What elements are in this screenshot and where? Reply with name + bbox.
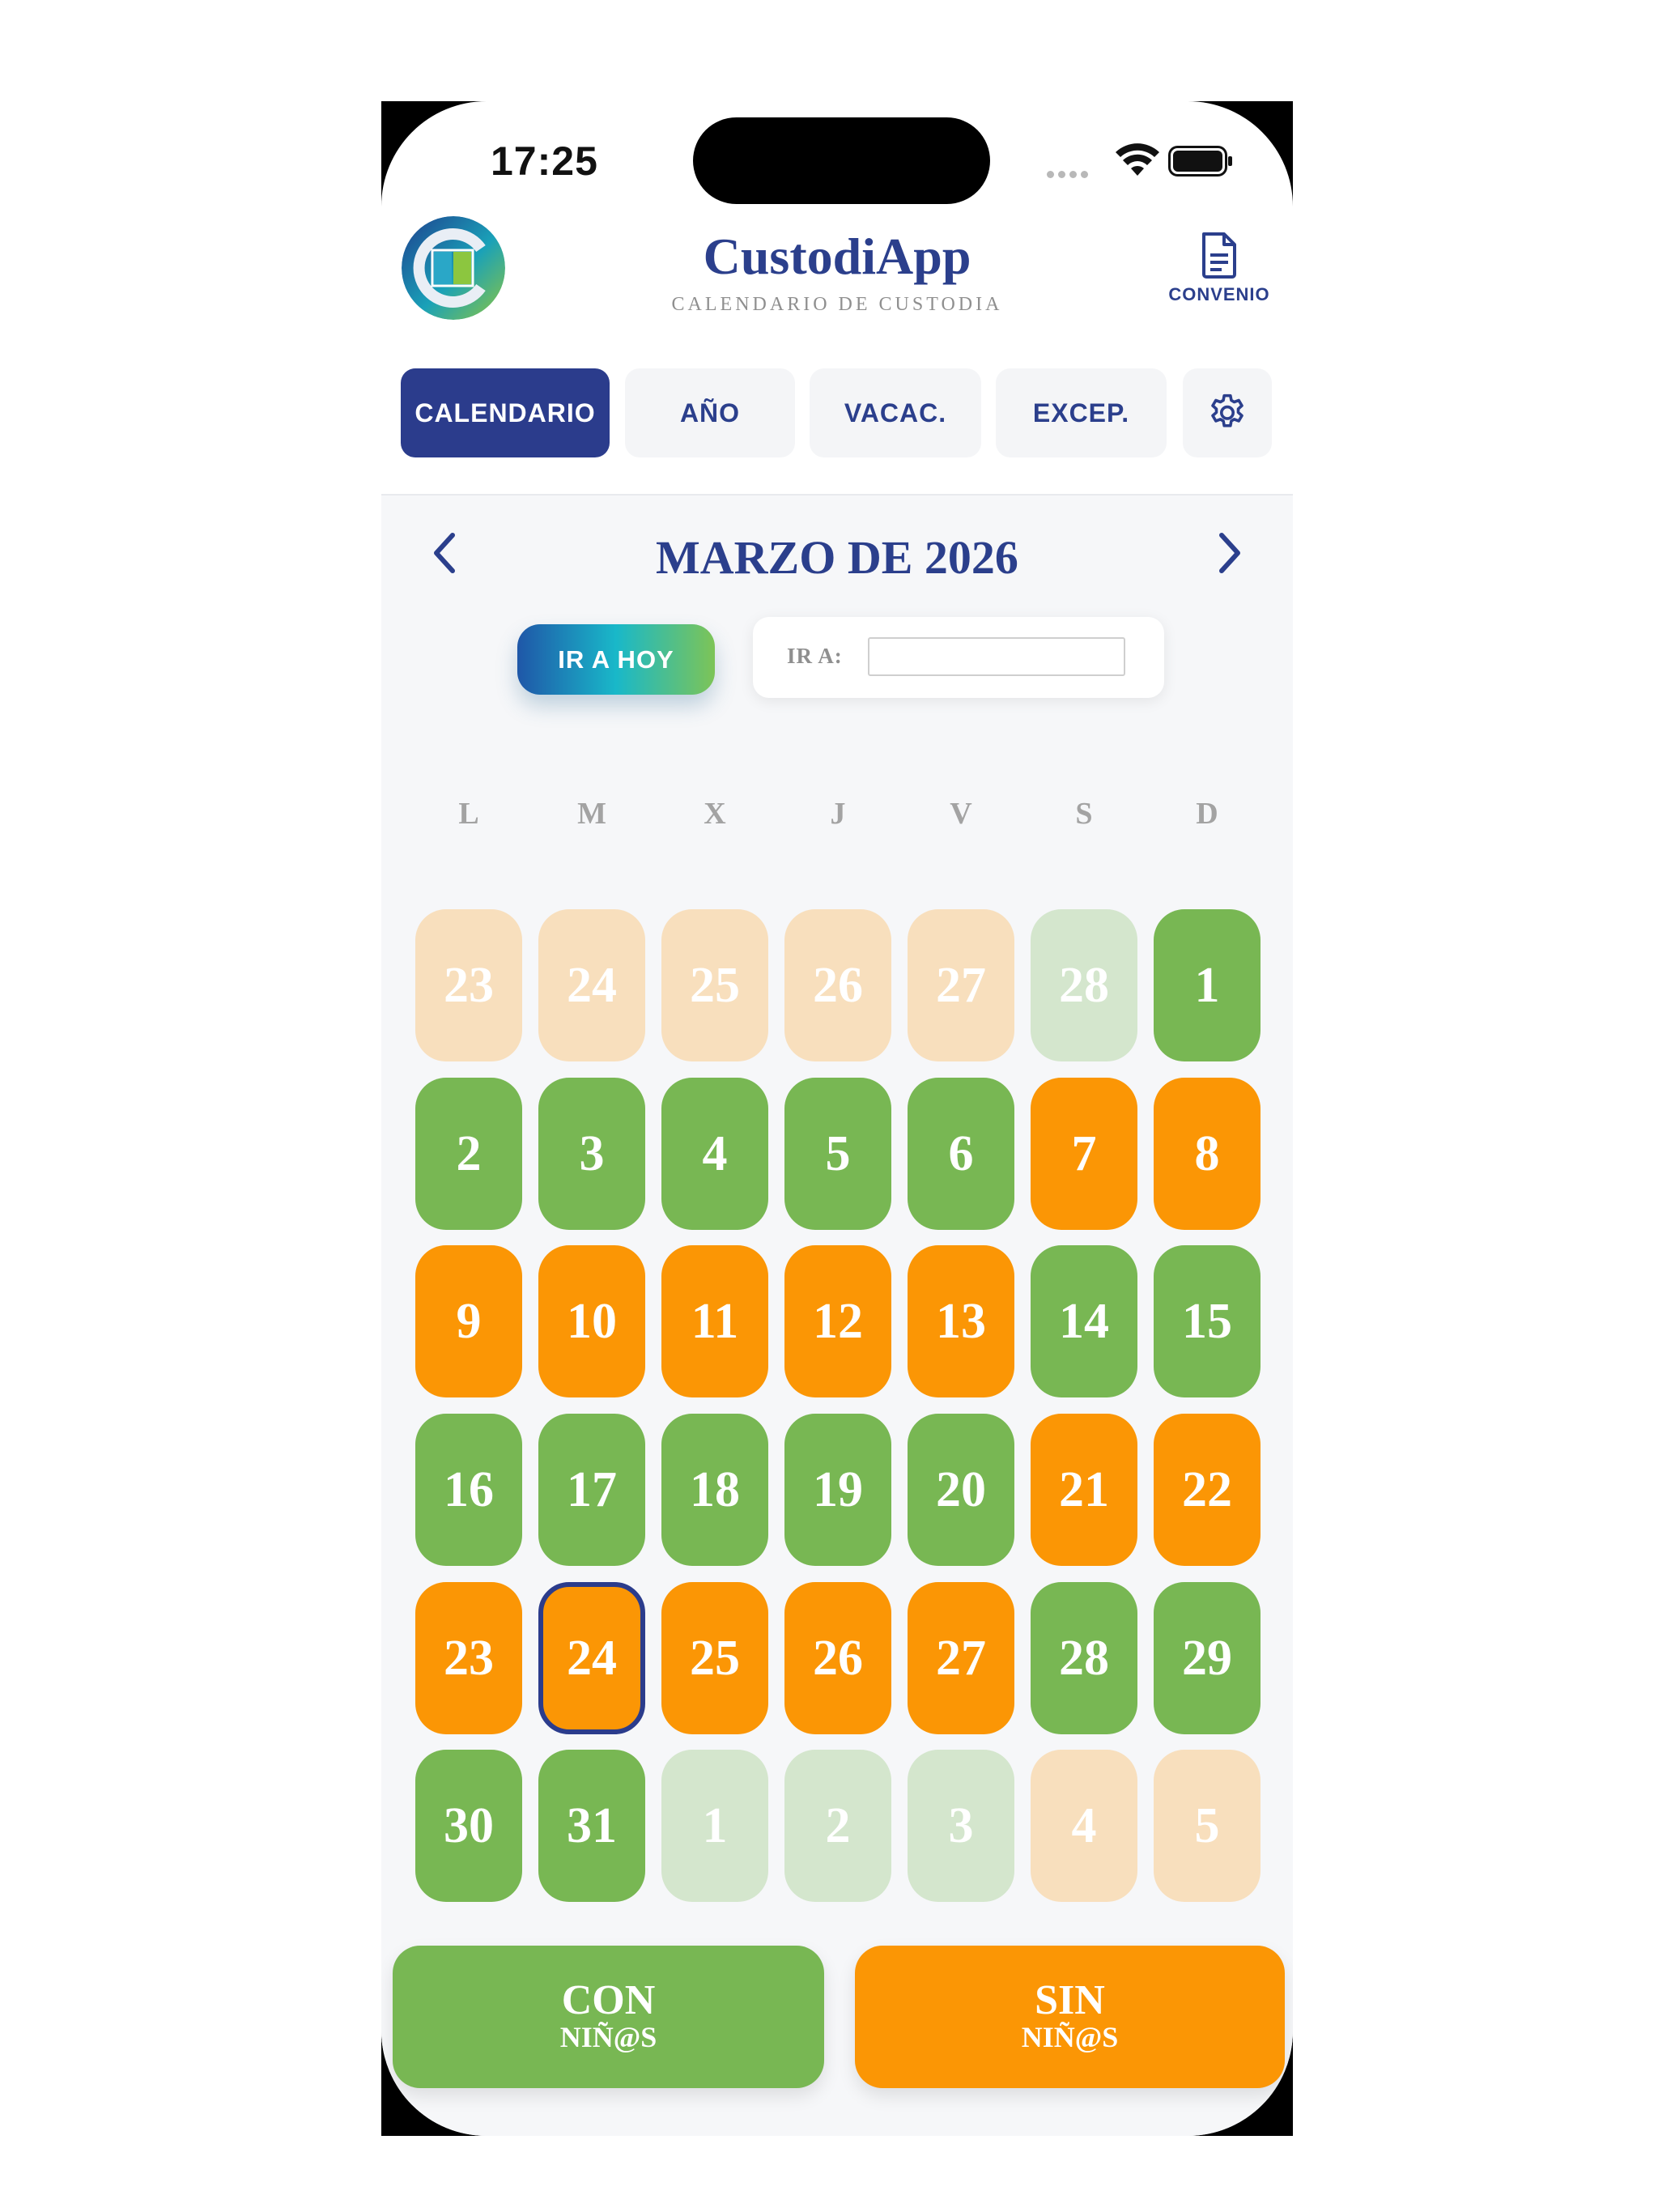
day-cell[interactable]: 21 [1031,1414,1137,1566]
day-cell[interactable]: 25 [661,909,768,1061]
day-cell[interactable]: 18 [661,1414,768,1566]
day-cell[interactable]: 13 [908,1245,1014,1397]
weekday-label: L [458,797,479,831]
app-title: CustodiApp [703,228,971,285]
document-icon [1202,232,1236,279]
battery-icon [1168,146,1232,177]
month-title: MARZO DE 2026 [656,531,1018,584]
without-children-button[interactable]: SIN NIÑ@S [855,1946,1285,2088]
day-cell[interactable]: 3 [908,1750,1014,1902]
day-cell[interactable]: 1 [1154,909,1261,1061]
day-cell[interactable]: 10 [538,1245,645,1397]
day-cell[interactable]: 22 [1154,1414,1261,1566]
dynamic-island [693,117,990,204]
day-cell[interactable]: 29 [1154,1582,1261,1734]
day-cell[interactable]: 6 [908,1078,1014,1230]
day-cell[interactable]: 28 [1031,1582,1137,1734]
day-cell[interactable]: 23 [415,1582,522,1734]
day-cell[interactable]: 4 [1031,1750,1137,1902]
day-cell[interactable]: 4 [661,1078,768,1230]
day-cell[interactable]: 19 [784,1414,891,1566]
app-screen: 17:25 CustodiApp CALENDARIO DE CUSTODIA … [381,101,1293,2136]
weekday-label: D [1196,797,1218,831]
without-children-label: SIN [1035,1977,1105,2023]
day-cell[interactable]: 26 [784,909,891,1061]
day-cell[interactable]: 24 [538,909,645,1061]
goto-date-box: IR A: [753,617,1164,698]
day-cell[interactable]: 27 [908,1582,1014,1734]
day-cell[interactable]: 15 [1154,1245,1261,1397]
phone-frame: 17:25 CustodiApp CALENDARIO DE CUSTODIA … [381,101,1293,2136]
weekday-label: X [704,797,726,831]
day-cell[interactable]: 30 [415,1750,522,1902]
goto-date-input[interactable] [868,637,1125,676]
with-children-sublabel: NIÑ@S [559,2021,657,2053]
settings-button[interactable] [1183,368,1272,457]
tab-calendario[interactable]: CALENDARIO [401,368,610,457]
day-cell[interactable]: 7 [1031,1078,1137,1230]
with-children-button[interactable]: CON NIÑ@S [393,1946,824,2088]
day-cell[interactable]: 5 [1154,1750,1261,1902]
day-cell[interactable]: 17 [538,1414,645,1566]
day-cell[interactable]: 9 [415,1245,522,1397]
tab-vacaciones[interactable]: VACAC. [810,368,981,457]
day-cell[interactable]: 31 [538,1750,645,1902]
day-cell[interactable]: 23 [415,909,522,1061]
convenio-label: CONVENIO [1168,284,1270,304]
gear-icon [1211,393,1244,428]
day-cell[interactable]: 1 [661,1750,768,1902]
day-cell[interactable]: 3 [538,1078,645,1230]
tab-excepciones[interactable]: EXCEP. [996,368,1167,457]
go-to-today-button[interactable]: IR A HOY [517,624,715,695]
day-cell[interactable]: 11 [661,1245,768,1397]
day-cell[interactable]: 27 [908,909,1014,1061]
day-cell-today[interactable]: 24 [538,1582,645,1734]
day-cell[interactable]: 2 [415,1078,522,1230]
with-children-label: CON [561,1977,656,2023]
status-time: 17:25 [491,138,598,184]
day-cell[interactable]: 20 [908,1414,1014,1566]
weekday-label: S [1075,797,1093,831]
goto-label: IR A: [787,644,843,668]
weekday-label: V [950,797,972,831]
wifi-icon [1116,143,1159,176]
day-cell[interactable]: 2 [784,1750,891,1902]
day-cell[interactable]: 12 [784,1245,891,1397]
day-cell[interactable]: 28 [1031,909,1137,1061]
day-cell[interactable]: 5 [784,1078,891,1230]
without-children-sublabel: NIÑ@S [1021,2021,1119,2053]
day-cell[interactable]: 25 [661,1582,768,1734]
weekday-label: M [577,797,606,831]
cellular-signal-icon [1047,168,1092,182]
day-cell[interactable]: 16 [415,1414,522,1566]
convenio-button[interactable]: CONVENIO [1158,231,1280,320]
tab-anio[interactable]: AÑO [625,368,795,457]
app-subtitle: CALENDARIO DE CUSTODIA [671,294,1003,315]
day-cell[interactable]: 8 [1154,1078,1261,1230]
weekday-label: J [830,797,846,831]
day-cell[interactable]: 14 [1031,1245,1137,1397]
chevron-right-icon[interactable] [1214,529,1246,577]
day-cell[interactable]: 26 [784,1582,891,1734]
